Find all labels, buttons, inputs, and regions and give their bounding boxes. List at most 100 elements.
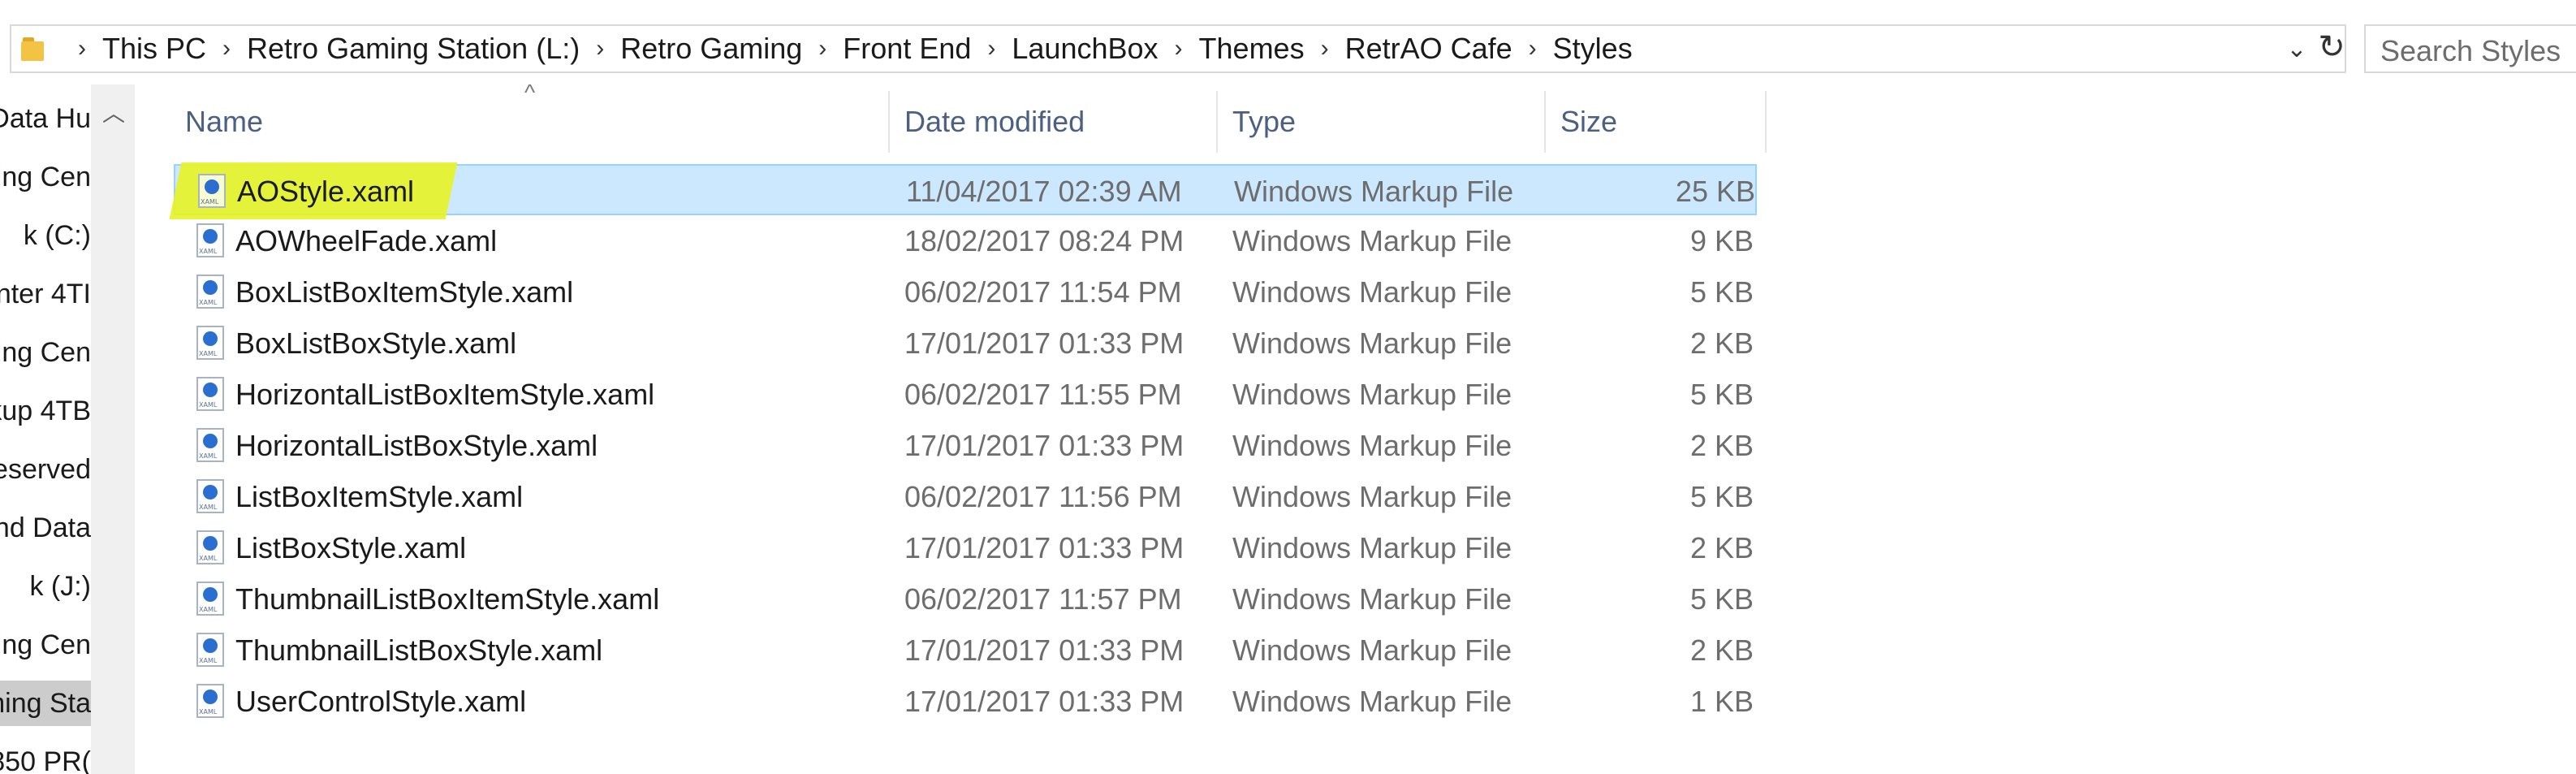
file-date: 06/02/2017 11:55 PM <box>904 378 1182 411</box>
file-date: 17/01/2017 01:33 PM <box>904 326 1184 360</box>
file-name: HorizontalListBoxItemStyle.xaml <box>235 378 655 411</box>
file-row[interactable]: ThumbnailListBoxItemStyle.xaml 06/02/201… <box>174 573 1757 625</box>
breadcrumb-retro-gaming[interactable]: Retro Gaming <box>620 32 802 66</box>
file-date: 06/02/2017 11:57 PM <box>904 582 1182 616</box>
nav-item[interactable]: Data Hu <box>0 96 91 141</box>
file-type: Windows Markup File <box>1232 480 1512 513</box>
file-type: Windows Markup File <box>1232 224 1512 257</box>
nav-item[interactable]: kup 4TB <box>0 388 91 434</box>
chevron-right-icon[interactable]: › <box>979 35 1003 63</box>
file-type: Windows Markup File <box>1232 378 1512 411</box>
file-date: 18/02/2017 08:24 PM <box>904 224 1184 257</box>
file-size: 2 KB <box>1689 326 1754 360</box>
breadcrumb-drive[interactable]: Retro Gaming Station (L:) <box>247 32 580 66</box>
file-name: HorizontalListBoxStyle.xaml <box>235 429 598 462</box>
file-row[interactable]: ThumbnailListBoxStyle.xaml 17/01/2017 01… <box>174 625 1757 676</box>
file-type: Windows Markup File <box>1232 326 1512 360</box>
nav-item[interactable]: nter 4TI <box>0 271 91 317</box>
file-type: Windows Markup File <box>1232 685 1512 718</box>
column-header-size[interactable]: Size <box>1546 91 1765 153</box>
chevron-right-icon[interactable]: › <box>70 35 94 63</box>
file-size: 1 KB <box>1689 685 1754 718</box>
file-size: 9 KB <box>1689 224 1754 257</box>
chevron-right-icon[interactable]: › <box>1167 35 1191 63</box>
folder-icon <box>21 37 44 62</box>
xaml-file-icon <box>196 377 224 411</box>
nav-item[interactable]: ing Cen <box>0 622 91 668</box>
xaml-file-icon <box>196 428 224 462</box>
breadcrumb-this-pc[interactable]: This PC <box>102 32 206 66</box>
breadcrumb-retrao-cafe[interactable]: RetrAO Cafe <box>1345 32 1512 66</box>
address-field[interactable]: › This PC › Retro Gaming Station (L:) › … <box>10 24 2346 73</box>
file-row[interactable]: HorizontalListBoxItemStyle.xaml 06/02/20… <box>174 369 1757 420</box>
nav-item[interactable]: k (J:) <box>0 564 91 609</box>
nav-item[interactable]: eserved <box>0 447 91 492</box>
nav-item[interactable]: nd Data <box>0 505 91 551</box>
xaml-file-icon <box>196 530 224 564</box>
file-size: 25 KB <box>1675 175 1755 208</box>
xaml-file-icon <box>196 479 224 513</box>
file-name: ThumbnailListBoxItemStyle.xaml <box>235 582 660 616</box>
file-row[interactable]: UserControlStyle.xaml 17/01/2017 01:33 P… <box>174 676 1757 727</box>
file-date: 17/01/2017 01:33 PM <box>904 685 1184 718</box>
breadcrumb-front-end[interactable]: Front End <box>843 32 971 66</box>
file-name: ThumbnailListBoxStyle.xaml <box>235 633 603 667</box>
file-row-selected[interactable]: AOStyle.xaml 11/04/2017 02:39 AM Windows… <box>169 162 1757 219</box>
file-name: BoxListBoxItemStyle.xaml <box>235 275 574 309</box>
chevron-right-icon[interactable]: › <box>1521 35 1545 63</box>
chevron-right-icon[interactable]: › <box>810 35 835 63</box>
file-row[interactable]: HorizontalListBoxStyle.xaml 17/01/2017 0… <box>174 420 1757 471</box>
sort-ascending-icon: ^ <box>524 80 536 105</box>
column-divider[interactable] <box>1765 91 1767 153</box>
file-date: 06/02/2017 11:54 PM <box>904 275 1182 309</box>
file-date: 17/01/2017 01:33 PM <box>904 633 1184 667</box>
nav-item[interactable]: ing Cen <box>0 154 91 200</box>
file-row[interactable]: AOWheelFade.xaml 18/02/2017 08:24 PM Win… <box>174 215 1757 266</box>
chevron-down-icon[interactable]: ⌄ <box>2285 37 2309 62</box>
xaml-file-icon <box>196 684 224 718</box>
nav-item[interactable]: k (C:) <box>0 213 91 258</box>
nav-item[interactable]: ing Cen <box>0 330 91 375</box>
nav-item[interactable]: 850 PR( <box>0 739 91 774</box>
file-row[interactable]: ListBoxStyle.xaml 17/01/2017 01:33 PM Wi… <box>174 522 1757 573</box>
xaml-file-icon <box>196 223 224 257</box>
breadcrumb-themes[interactable]: Themes <box>1199 32 1305 66</box>
chevron-right-icon[interactable]: › <box>588 35 612 63</box>
file-size: 5 KB <box>1689 480 1754 513</box>
column-header-type[interactable]: Type <box>1218 91 1544 153</box>
xaml-file-icon <box>196 326 224 360</box>
file-date: 17/01/2017 01:33 PM <box>904 429 1184 462</box>
file-name: UserControlStyle.xaml <box>235 685 527 718</box>
file-date: 11/04/2017 02:39 AM <box>906 175 1182 208</box>
file-size: 5 KB <box>1689 378 1754 411</box>
nav-scrollbar[interactable]: ︿ <box>91 84 135 774</box>
breadcrumb-launchbox[interactable]: LaunchBox <box>1012 32 1158 66</box>
file-type: Windows Markup File <box>1232 531 1512 564</box>
xaml-file-icon <box>196 582 224 616</box>
file-type: Windows Markup File <box>1232 275 1512 309</box>
file-row[interactable]: ListBoxItemStyle.xaml 06/02/2017 11:56 P… <box>174 471 1757 522</box>
refresh-icon[interactable]: ↻ <box>2312 24 2351 70</box>
address-bar: › This PC › Retro Gaming Station (L:) › … <box>0 16 2576 80</box>
file-type: Windows Markup File <box>1232 429 1512 462</box>
file-row[interactable]: BoxListBoxItemStyle.xaml 06/02/2017 11:5… <box>174 266 1757 318</box>
file-type: Windows Markup File <box>1232 582 1512 616</box>
file-name: AOWheelFade.xaml <box>235 224 498 257</box>
file-name: BoxListBoxStyle.xaml <box>235 326 517 360</box>
navigation-pane: Data Hu ing Cen k (C:) nter 4TI ing Cen … <box>0 84 91 774</box>
file-row[interactable]: BoxListBoxStyle.xaml 17/01/2017 01:33 PM… <box>174 318 1757 369</box>
file-date: 17/01/2017 01:33 PM <box>904 531 1184 564</box>
xaml-file-icon <box>198 174 226 208</box>
chevron-right-icon[interactable]: › <box>1313 35 1337 63</box>
chevron-right-icon[interactable]: › <box>214 35 239 63</box>
file-type: Windows Markup File <box>1232 633 1512 667</box>
file-size: 2 KB <box>1689 531 1754 564</box>
nav-item-selected[interactable]: ming Sta <box>0 681 91 726</box>
breadcrumb: › This PC › Retro Gaming Station (L:) › … <box>62 26 1633 71</box>
breadcrumb-styles[interactable]: Styles <box>1553 32 1633 66</box>
xaml-file-icon <box>196 275 224 309</box>
scroll-up-icon[interactable]: ︿ <box>102 96 125 128</box>
file-name: ListBoxItemStyle.xaml <box>235 480 524 513</box>
search-input[interactable]: Search Styles <box>2364 24 2576 73</box>
column-header-date[interactable]: Date modified <box>890 91 1216 153</box>
